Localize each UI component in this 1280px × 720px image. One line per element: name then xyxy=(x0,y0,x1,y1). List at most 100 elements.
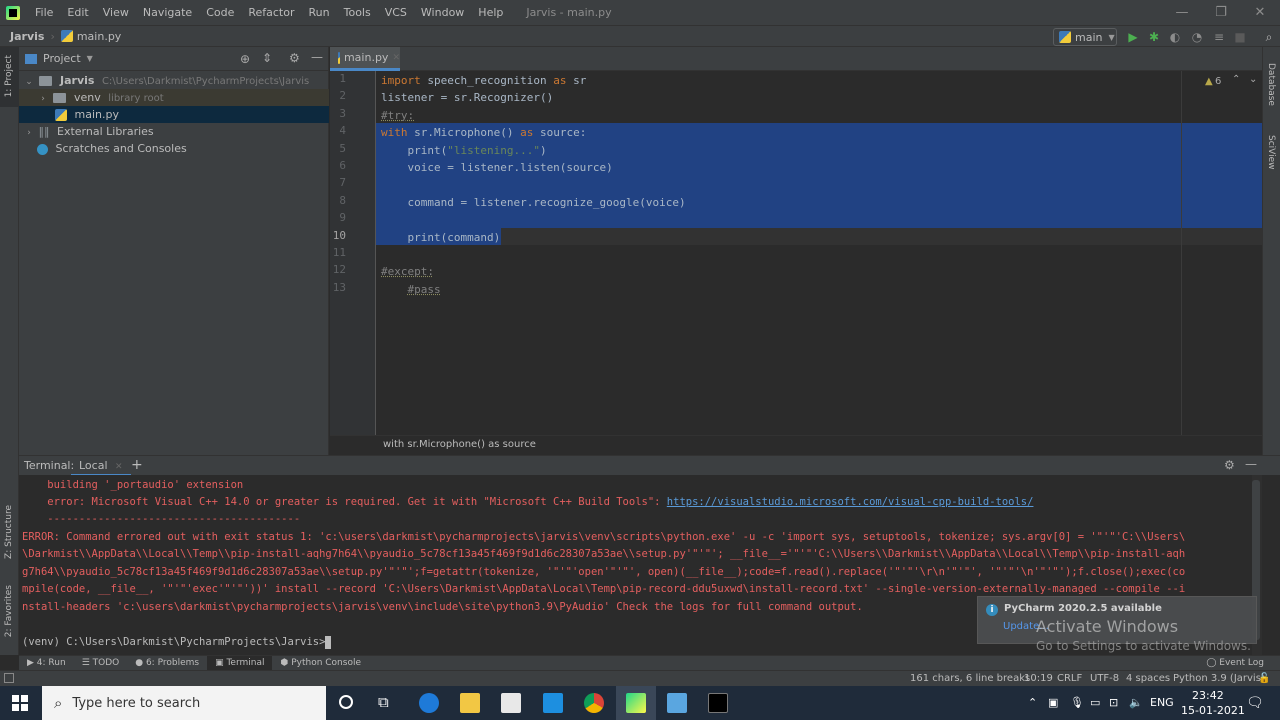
mail-icon[interactable] xyxy=(543,693,563,713)
code-editor[interactable]: ▲ 6 ⌃ ⌄ import speech_recognition as sr l… xyxy=(376,71,1262,435)
chevron-up-icon[interactable]: ⌃ xyxy=(1028,686,1037,720)
menu-tools[interactable]: Tools xyxy=(337,0,378,25)
file-explorer-icon[interactable] xyxy=(460,693,480,713)
terminal-prompt-line[interactable]: (venv) C:\Users\Darkmist\PycharmProjects… xyxy=(22,634,332,651)
taskbar-search-box[interactable]: ⌕ Type here to search xyxy=(42,686,326,720)
stripe-database[interactable]: Database xyxy=(1266,63,1276,106)
terminal-header: Terminal: Local ✕ + ⚙ — xyxy=(19,455,1280,476)
lock-icon[interactable]: 🔓 xyxy=(1258,671,1270,687)
tree-item-label: Jarvis xyxy=(60,74,95,87)
line-separator[interactable]: CRLF xyxy=(1057,671,1082,687)
gear-icon[interactable]: ⚙ xyxy=(289,51,300,65)
run-icon[interactable]: ▶ xyxy=(1125,29,1141,45)
menu-file[interactable]: File xyxy=(28,0,60,25)
tree-item-venv[interactable]: › venv library root xyxy=(19,89,329,106)
menu-view[interactable]: View xyxy=(96,0,136,25)
line-number: 5 xyxy=(339,141,346,155)
network-icon[interactable]: ⊡ xyxy=(1109,686,1118,720)
menu-code[interactable]: Code xyxy=(199,0,241,25)
caret-position[interactable]: 10:19 xyxy=(1024,671,1053,687)
tool-tab-run[interactable]: ▶ 4: Run xyxy=(19,656,74,671)
app-icon[interactable] xyxy=(667,693,687,713)
clock-time[interactable]: 23:42 xyxy=(1192,689,1224,702)
gear-icon[interactable]: ⚙ xyxy=(1224,458,1235,472)
pycharm-taskbar-icon[interactable] xyxy=(626,693,646,713)
task-view-icon[interactable]: ⧉ xyxy=(378,693,389,711)
coverage-icon[interactable]: ◐ xyxy=(1167,29,1183,45)
concurrency-icon[interactable]: ≡ xyxy=(1211,29,1227,45)
search-icon[interactable]: ⌕ xyxy=(1261,29,1277,45)
language-indicator[interactable]: ENG xyxy=(1150,686,1174,720)
file-encoding[interactable]: UTF-8 xyxy=(1090,671,1119,687)
code-token: #pass xyxy=(407,282,441,296)
start-pane xyxy=(21,704,28,711)
minimize-button[interactable]: — xyxy=(1163,0,1201,25)
store-icon[interactable] xyxy=(501,693,521,713)
restore-button[interactable]: ❐ xyxy=(1202,0,1240,25)
hide-icon[interactable]: — xyxy=(1245,457,1257,471)
collapse-all-icon[interactable]: ⇕ xyxy=(262,51,272,65)
tree-item-main-py[interactable]: main.py xyxy=(19,106,329,123)
locate-icon[interactable]: ⊕ xyxy=(240,52,250,66)
volume-icon[interactable]: 🔈 xyxy=(1129,686,1143,720)
tree-item-jarvis[interactable]: ⌄ Jarvis C:\Users\Darkmist\PycharmProjec… xyxy=(19,72,329,89)
tool-tab-python-console[interactable]: ⬢ Python Console xyxy=(272,656,369,671)
clock-date[interactable]: 15-01-2021 xyxy=(1181,704,1245,717)
menu-navigate[interactable]: Navigate xyxy=(136,0,199,25)
tool-tab-todo[interactable]: ☰ TODO xyxy=(74,656,128,671)
profile-icon[interactable]: ◔ xyxy=(1189,29,1205,45)
toggle-tool-windows-icon[interactable] xyxy=(4,673,14,683)
tab-main-py[interactable]: main.py ✕ xyxy=(330,47,400,71)
tool-tab-terminal[interactable]: ▣ Terminal xyxy=(207,655,273,671)
indent-setting[interactable]: 4 spaces xyxy=(1126,671,1170,687)
stripe-structure[interactable]: Z: Structure xyxy=(4,505,14,559)
tray-app-icon[interactable]: ▣ xyxy=(1048,686,1058,720)
menu-vcs[interactable]: VCS xyxy=(378,0,414,25)
chevron-up-icon[interactable]: ⌃ xyxy=(1232,74,1240,85)
stripe-project[interactable]: 1: Project xyxy=(4,55,14,97)
menu-run[interactable]: Run xyxy=(302,0,337,25)
tool-tab-problems[interactable]: ● 6: Problems xyxy=(127,656,207,671)
close-tab-icon[interactable]: ✕ xyxy=(392,53,400,63)
event-log-button[interactable]: ◯ Event Log xyxy=(1198,656,1272,671)
close-tab-icon[interactable]: ✕ xyxy=(115,462,123,472)
cmd-icon[interactable] xyxy=(708,693,728,713)
tree-item-external-libraries[interactable]: › ‖‖ External Libraries xyxy=(19,123,329,140)
chevron-down-icon[interactable]: ▼ xyxy=(87,54,93,63)
run-config-dropdown[interactable]: main ▼ xyxy=(1053,28,1117,46)
line-number: 2 xyxy=(339,89,346,103)
menu-edit[interactable]: Edit xyxy=(60,0,95,25)
windows-start-icon[interactable] xyxy=(12,695,28,711)
line-number: 3 xyxy=(339,106,346,120)
stripe-sciview[interactable]: SciView xyxy=(1266,135,1276,170)
cortana-icon[interactable] xyxy=(339,695,353,709)
stripe-favorites[interactable]: 2: Favorites xyxy=(4,585,14,637)
warning-count[interactable]: 6 xyxy=(1215,76,1221,87)
notification-center-icon[interactable]: 🗨 xyxy=(1246,686,1264,720)
menu-help[interactable]: Help xyxy=(471,0,510,25)
close-button[interactable]: ✕ xyxy=(1241,0,1279,25)
new-terminal-icon[interactable]: + xyxy=(131,457,143,473)
line-number: 11 xyxy=(332,246,346,259)
terminal-tab-local[interactable]: Local ✕ xyxy=(71,456,131,476)
menu-window[interactable]: Window xyxy=(414,0,471,25)
editor-breadcrumb-item[interactable]: with sr.Microphone() as source xyxy=(383,439,536,450)
debug-icon[interactable]: ✱ xyxy=(1146,29,1162,45)
microphone-icon[interactable]: 🎙 xyxy=(1070,686,1084,720)
warning-icon[interactable]: ▲ xyxy=(1205,76,1213,87)
breadcrumb-file[interactable]: main.py xyxy=(77,30,121,43)
stop-icon[interactable]: ■ xyxy=(1232,29,1248,45)
chrome-icon[interactable] xyxy=(584,693,604,713)
chevron-down-icon[interactable]: ⌄ xyxy=(1249,74,1257,85)
menu-refactor[interactable]: Refactor xyxy=(241,0,301,25)
terminal-link[interactable]: https://visualstudio.microsoft.com/visua… xyxy=(667,496,1034,508)
tree-item-scratches[interactable]: Scratches and Consoles xyxy=(19,140,329,157)
project-panel-title[interactable]: Project xyxy=(43,52,81,65)
code-token: "listening..." xyxy=(447,143,540,157)
battery-icon[interactable]: ▭ xyxy=(1090,686,1100,720)
breadcrumb-project[interactable]: Jarvis xyxy=(10,30,44,43)
editor-gutter: 1 2 3 4 5 6 7 8 9 10 11 12 13 xyxy=(330,71,376,435)
hide-icon[interactable]: — xyxy=(311,50,323,64)
edge-icon[interactable] xyxy=(419,693,439,713)
python-interpreter[interactable]: Python 3.9 (Jarvis) xyxy=(1173,671,1265,687)
